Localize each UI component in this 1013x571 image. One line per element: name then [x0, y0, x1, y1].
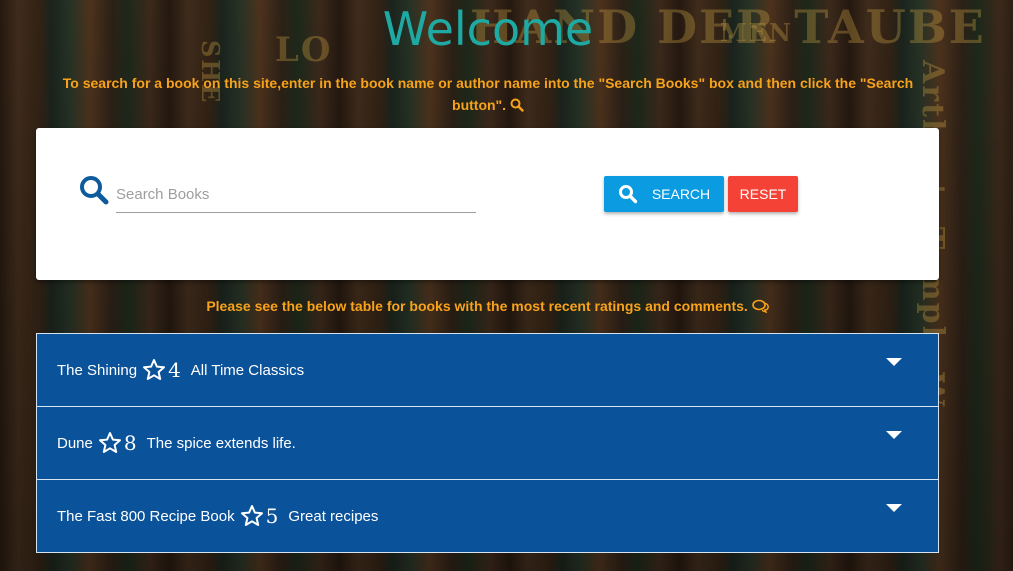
- book-comment: Great recipes: [288, 507, 379, 525]
- search-instructions: To search for a book on this site,enter …: [36, 72, 940, 116]
- book-rating: 5: [265, 504, 279, 528]
- search-icon: [510, 98, 524, 112]
- book-row[interactable]: Dune 8 The spice extends life.: [36, 407, 939, 480]
- book-comment: The spice extends life.: [146, 434, 296, 452]
- subtitle-text: Please see the below table for books wit…: [206, 298, 748, 314]
- book-rating: 8: [123, 431, 137, 455]
- book-title: The Shining: [57, 361, 138, 379]
- search-button-label: SEARCH: [651, 186, 711, 202]
- search-icon: [80, 176, 109, 205]
- caret-down-icon[interactable]: [886, 504, 902, 512]
- page-title: Welcome: [382, 2, 594, 56]
- book-row[interactable]: The Shining 4 All Time Classics: [36, 333, 939, 407]
- recent-ratings-subtitle: Please see the below table for books wit…: [36, 298, 940, 314]
- search-button[interactable]: SEARCH: [604, 176, 724, 212]
- book-row[interactable]: The Fast 800 Recipe Book 5 Great recipes: [36, 480, 939, 553]
- star-outline-icon: [142, 358, 166, 382]
- reset-button[interactable]: RESET: [728, 176, 798, 212]
- main-content: Welcome To search for a book on this sit…: [0, 0, 1013, 571]
- book-title: The Fast 800 Recipe Book: [57, 507, 235, 525]
- recent-books-list: The Shining 4 All Time Classics Dune 8 T…: [36, 333, 939, 553]
- comments-icon: [751, 299, 769, 314]
- search-input[interactable]: [116, 176, 476, 213]
- search-card: SEARCH RESET: [36, 128, 939, 280]
- star-outline-icon: [240, 504, 264, 528]
- book-comment: All Time Classics: [190, 361, 305, 379]
- caret-down-icon[interactable]: [886, 358, 902, 366]
- book-rating: 4: [168, 358, 181, 382]
- search-icon: [618, 185, 638, 204]
- book-title: Dune: [57, 434, 93, 452]
- star-outline-icon: [98, 431, 122, 455]
- instructions-text: To search for a book on this site,enter …: [62, 75, 914, 113]
- caret-down-icon[interactable]: [886, 431, 902, 439]
